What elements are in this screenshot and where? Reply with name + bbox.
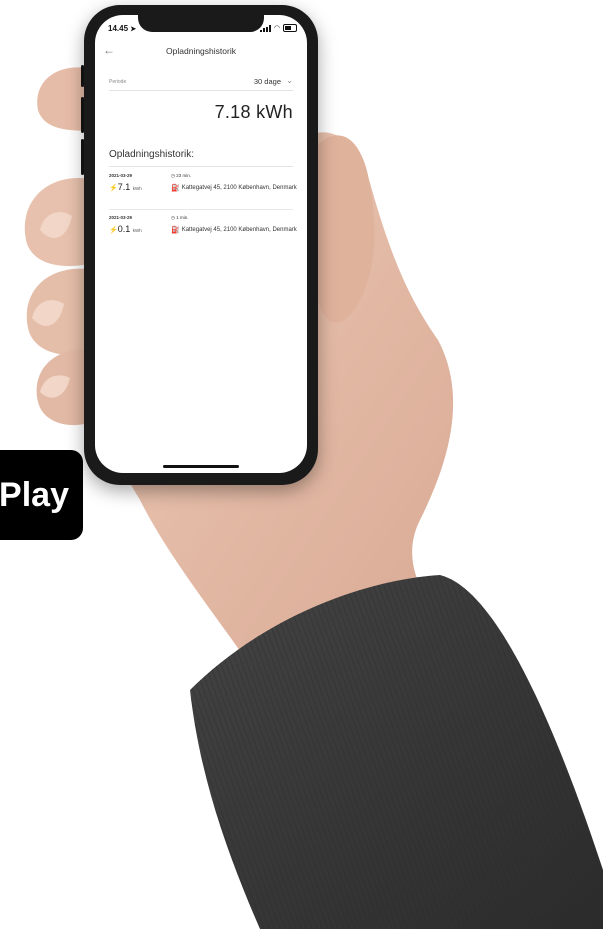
entry-energy: ⚡7.1 kWh (109, 182, 142, 192)
bolt-icon: ⚡ (109, 185, 118, 192)
page-title: Opladningshistorik (166, 46, 236, 56)
entry-energy: ⚡0.1 kWh (109, 224, 142, 234)
google-play-badge[interactable]: Play (0, 450, 83, 540)
store-badge-label: Play (0, 475, 69, 514)
period-label: Periode (109, 79, 127, 85)
app-bar: ← Opladningshistorik (95, 41, 307, 63)
wifi-icon: ◠ (273, 25, 280, 32)
phone-notch (138, 14, 264, 32)
entry-address: ⛽ Kattegatvej 45, 2100 København, Denmark (171, 227, 297, 234)
clock-icon: ◷ (171, 215, 175, 220)
divider (109, 166, 293, 167)
charger-location-icon: ⛽ (171, 227, 180, 234)
total-energy: 7.18 kWh (214, 102, 293, 122)
charger-location-icon: ⛽ (171, 185, 180, 192)
history-entry[interactable]: 2021-03-29 ⚡7.1 kWh ◷ 23 min. ⛽ Kattegatv… (109, 173, 297, 213)
location-arrow-icon: ➤ (130, 26, 137, 33)
entry-date: 2021-03-29 (109, 173, 133, 178)
clock-icon: ◷ (171, 173, 175, 178)
status-time: 14.45 ➤ (108, 24, 137, 33)
entry-date: 2021-03-29 (109, 215, 133, 220)
battery-icon (283, 24, 297, 32)
entry-address: ⛽ Kattegatvej 45, 2100 København, Denmark (171, 185, 297, 192)
home-indicator[interactable] (163, 465, 239, 468)
entry-duration: ◷ 23 min. (171, 173, 191, 178)
period-value: 30 dage (253, 77, 281, 86)
history-title: Opladningshistorik: (109, 149, 195, 160)
divider (109, 209, 293, 210)
chevron-down-icon: ⌄ (286, 76, 293, 85)
phone-screen: 14.45 ➤ ◠ ← Opladningshistorik Periode 3… (95, 15, 307, 473)
history-entry[interactable]: 2021-03-29 ⚡0.1 kWh ◷ 1 min. ⛽ Kattegatve… (109, 215, 297, 255)
bolt-icon: ⚡ (109, 227, 118, 234)
entry-duration: ◷ 1 min. (171, 215, 189, 220)
period-selector[interactable]: Periode 30 dage ⌄ (109, 76, 293, 91)
